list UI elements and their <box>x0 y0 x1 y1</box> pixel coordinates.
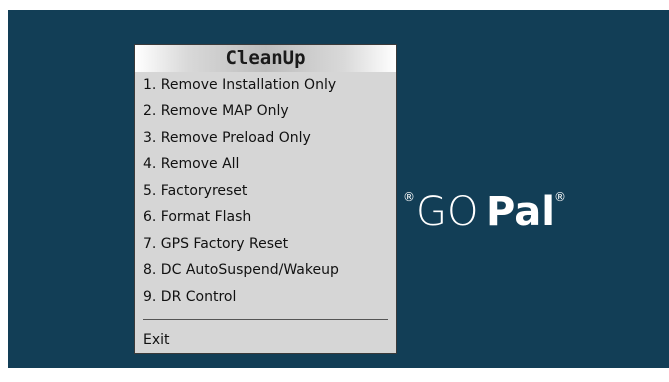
logo-go-text: GO <box>416 189 479 235</box>
menu-item-remove-all[interactable]: 4. Remove All <box>135 151 396 177</box>
menu-item-gps-factory-reset[interactable]: 7. GPS Factory Reset <box>135 231 396 257</box>
menu-item-remove-installation-only[interactable]: 1. Remove Installation Only <box>135 72 396 98</box>
menu-item-factoryreset[interactable]: 5. Factoryreset <box>135 178 396 204</box>
menu-separator <box>143 319 388 320</box>
menu-item-exit[interactable]: Exit <box>135 327 396 353</box>
menu-item-remove-map-only[interactable]: 2. Remove MAP Only <box>135 98 396 124</box>
menu-item-remove-preload-only[interactable]: 3. Remove Preload Only <box>135 125 396 151</box>
logo-registered-mark-2: ® <box>554 190 566 204</box>
menu-title: CleanUp <box>135 45 396 72</box>
cleanup-menu: CleanUp 1. Remove Installation Only 2. R… <box>134 44 397 354</box>
menu-item-format-flash[interactable]: 6. Format Flash <box>135 204 396 230</box>
logo-registered-mark: ® <box>403 190 415 204</box>
device-screen: ® GO Pal ® CleanUp 1. Remove Installatio… <box>8 10 669 368</box>
menu-item-dr-control[interactable]: 9. DR Control <box>135 284 396 310</box>
menu-item-dc-autosuspend-wakeup[interactable]: 8. DC AutoSuspend/Wakeup <box>135 257 396 283</box>
logo-pal-text: Pal <box>486 189 555 235</box>
